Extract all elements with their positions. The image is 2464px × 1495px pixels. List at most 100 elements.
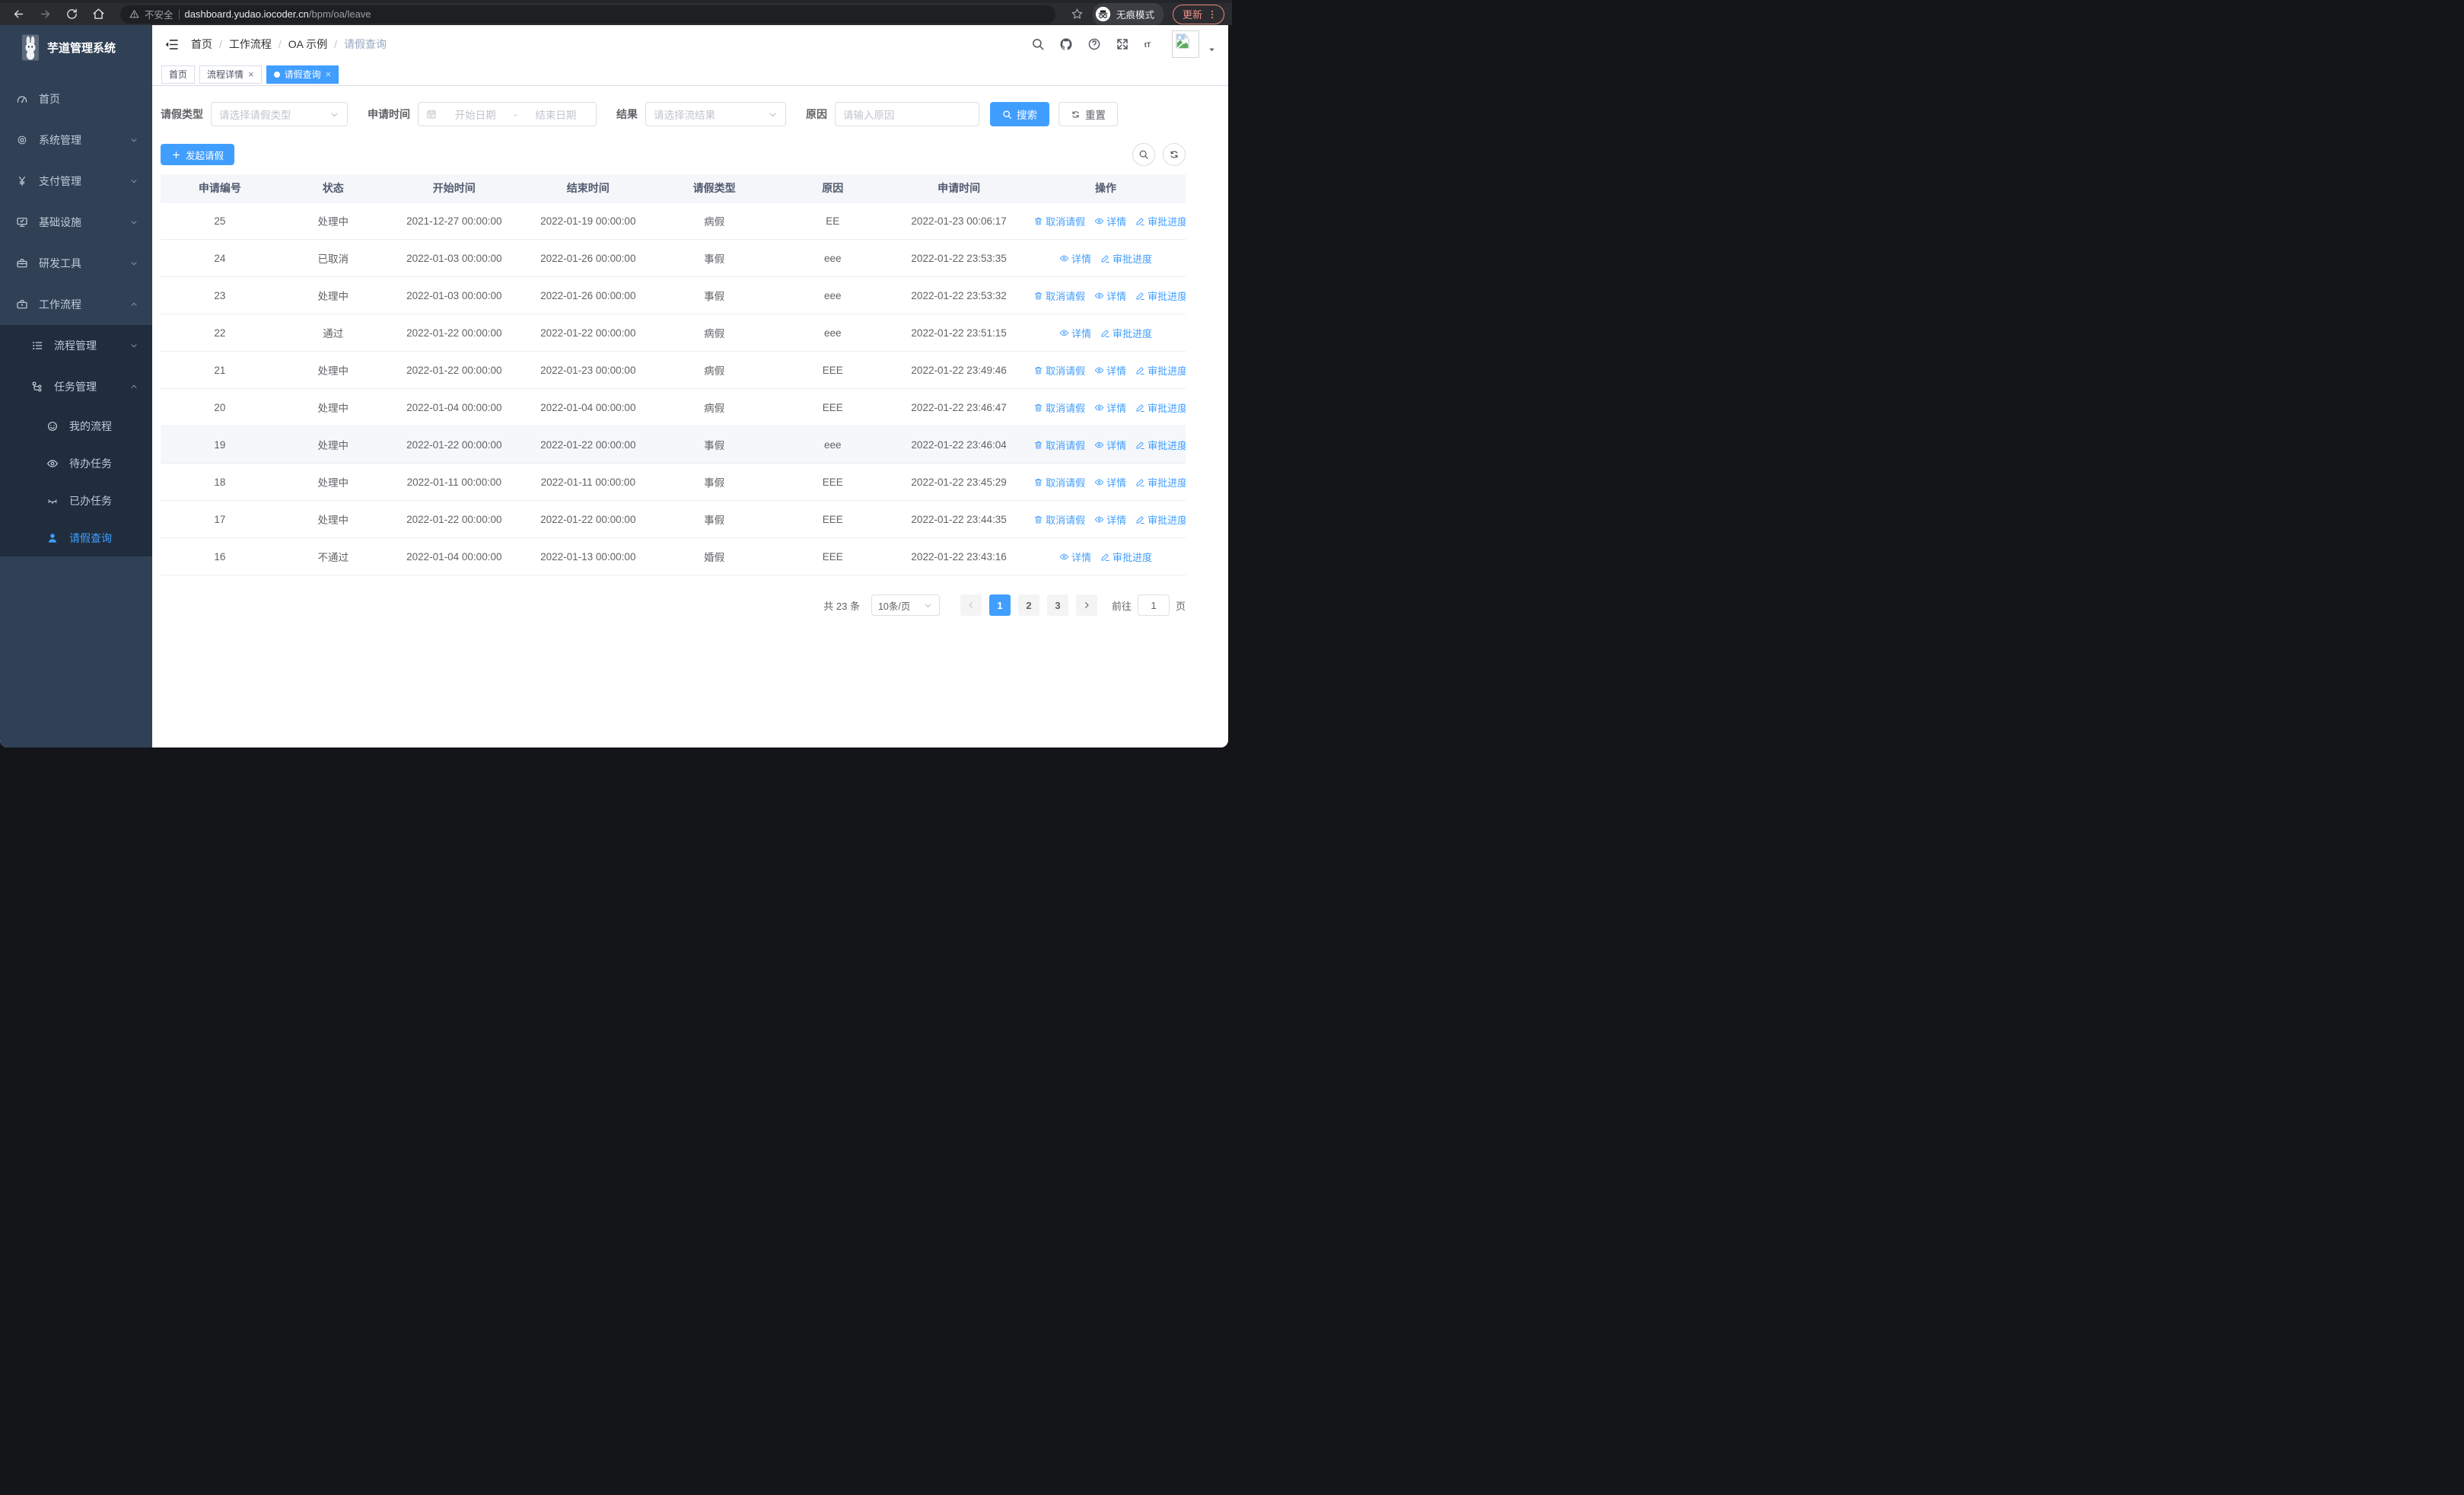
sidebar-item-支付管理[interactable]: 支付管理: [0, 161, 152, 202]
help-icon[interactable]: [1087, 37, 1101, 51]
tab-请假查询[interactable]: 请假查询 ×: [266, 65, 339, 84]
leave-type-select[interactable]: 请选择请假类型: [211, 102, 348, 126]
close-icon[interactable]: ×: [248, 69, 254, 79]
reload-icon[interactable]: [65, 8, 78, 21]
action-progress[interactable]: 审批进度: [1135, 475, 1186, 489]
action-progress[interactable]: 审批进度: [1100, 550, 1152, 564]
browser-update-button[interactable]: 更新: [1172, 4, 1224, 24]
breadcrumb-item[interactable]: 首页: [191, 37, 212, 52]
sidebar-item-流程管理[interactable]: 流程管理: [0, 325, 152, 366]
fullscreen-icon[interactable]: [1116, 37, 1129, 51]
font-size-icon[interactable]: tT: [1144, 37, 1157, 51]
breadcrumb-item[interactable]: 工作流程: [229, 37, 272, 52]
show-search-button[interactable]: [1132, 143, 1155, 166]
action-cancel[interactable]: 取消请假: [1033, 512, 1085, 527]
sidebar-item-首页[interactable]: 首页: [0, 78, 152, 120]
create-leave-button[interactable]: 发起请假: [161, 144, 235, 165]
action-progress[interactable]: 审批进度: [1135, 288, 1186, 303]
action-progress[interactable]: 审批进度: [1135, 363, 1186, 378]
sidebar-item-工作流程[interactable]: 工作流程: [0, 284, 152, 325]
eye-icon: [1059, 328, 1069, 338]
incognito-label: 无痕模式: [1116, 10, 1154, 21]
sidebar-item-基础设施[interactable]: 基础设施: [0, 202, 152, 243]
toolbox-icon: [16, 257, 28, 269]
eye-icon: [1094, 403, 1104, 413]
sidebar-item-系统管理[interactable]: 系统管理: [0, 120, 152, 161]
next-page-button[interactable]: [1075, 594, 1097, 616]
action-detail[interactable]: 详情: [1094, 475, 1126, 489]
app-logo[interactable]: 芋道管理系统: [0, 25, 152, 69]
table-row: 21 处理中 2022-01-22 00:00:00 2022-01-23 00:00…: [161, 351, 1186, 389]
action-cancel[interactable]: 取消请假: [1033, 438, 1085, 452]
search-icon[interactable]: [1031, 37, 1045, 51]
update-label: 更新: [1182, 9, 1202, 21]
reason-input[interactable]: 请输入原因: [835, 102, 979, 126]
sidebar-item-请假查询[interactable]: 请假查询: [0, 519, 152, 556]
prev-page-button[interactable]: [960, 594, 982, 616]
action-progress[interactable]: 审批进度: [1100, 251, 1152, 266]
sidebar-collapse-icon[interactable]: [164, 37, 179, 52]
github-icon[interactable]: [1059, 37, 1073, 51]
action-detail[interactable]: 详情: [1094, 512, 1126, 527]
goto-label: 前往: [1111, 600, 1132, 612]
goto-page-input[interactable]: 1: [1137, 594, 1170, 616]
action-detail[interactable]: 详情: [1059, 550, 1091, 564]
eye-icon: [1094, 477, 1104, 487]
sidebar-item-我的流程[interactable]: 我的流程: [0, 407, 152, 445]
action-detail[interactable]: 详情: [1094, 400, 1126, 415]
forward-icon[interactable]: [39, 8, 52, 21]
sidebar-item-待办任务[interactable]: 待办任务: [0, 445, 152, 482]
action-progress[interactable]: 审批进度: [1100, 326, 1152, 340]
action-detail[interactable]: 详情: [1059, 251, 1091, 266]
action-detail[interactable]: 详情: [1094, 214, 1126, 228]
url-bar[interactable]: 不安全 dashboard.yudao.iocoder.cn/bpm/oa/le…: [120, 5, 1055, 24]
browser-toolbar: 不安全 dashboard.yudao.iocoder.cn/bpm/oa/le…: [0, 0, 1232, 26]
sidebar-item-任务管理[interactable]: 任务管理: [0, 366, 152, 407]
table-header-row: 申请编号 状态 开始时间 结束时间 请假类型 原因 申请时间 操作: [161, 174, 1186, 202]
action-cancel[interactable]: 取消请假: [1033, 288, 1085, 303]
action-progress[interactable]: 审批进度: [1135, 512, 1186, 527]
bookmark-star-icon[interactable]: [1071, 8, 1084, 21]
edit-icon: [1100, 328, 1110, 338]
action-cancel[interactable]: 取消请假: [1033, 475, 1085, 489]
page-button-3[interactable]: 3: [1046, 594, 1068, 616]
column-header: 原因: [773, 174, 893, 202]
action-progress[interactable]: 审批进度: [1135, 400, 1186, 415]
home-icon[interactable]: [92, 8, 105, 21]
page-numbers: 123: [985, 594, 1072, 616]
result-select[interactable]: 请选择流结果: [645, 102, 786, 126]
action-cancel[interactable]: 取消请假: [1033, 400, 1085, 415]
page-button-1[interactable]: 1: [988, 594, 1011, 616]
date-range-input[interactable]: 开始日期 - 结束日期: [418, 102, 597, 126]
action-cancel[interactable]: 取消请假: [1033, 214, 1085, 228]
tab-首页[interactable]: 首页: [161, 65, 196, 84]
action-cancel[interactable]: 取消请假: [1033, 363, 1085, 378]
trash-icon: [1033, 216, 1043, 226]
action-detail[interactable]: 详情: [1094, 438, 1126, 452]
sidebar-item-已办任务[interactable]: 已办任务: [0, 482, 152, 519]
back-icon[interactable]: [12, 8, 25, 21]
action-detail[interactable]: 详情: [1094, 363, 1126, 378]
breadcrumb-item[interactable]: OA 示例: [288, 37, 327, 52]
menu-dots-icon[interactable]: [1207, 9, 1218, 20]
filter-form: 请假类型 请选择请假类型 申请时间 开始日期 - 结束日期 结果 请选择流结果 …: [161, 102, 1186, 126]
page-button-2[interactable]: 2: [1017, 594, 1039, 616]
trash-icon: [1033, 515, 1043, 524]
trash-icon: [1033, 403, 1043, 413]
reset-button[interactable]: 重置: [1059, 102, 1118, 126]
sidebar-item-研发工具[interactable]: 研发工具: [0, 243, 152, 284]
refresh-table-button[interactable]: [1163, 143, 1186, 166]
edit-icon: [1135, 291, 1145, 301]
action-detail[interactable]: 详情: [1094, 288, 1126, 303]
tab-流程详情[interactable]: 流程详情 ×: [199, 65, 262, 84]
close-icon[interactable]: ×: [326, 69, 332, 79]
action-progress[interactable]: 审批进度: [1135, 438, 1186, 452]
action-detail[interactable]: 详情: [1059, 326, 1091, 340]
avatar[interactable]: [1172, 30, 1199, 58]
chevron-down-icon: [129, 135, 138, 145]
user-caret-icon[interactable]: [1208, 46, 1216, 54]
page-size-select[interactable]: 10条/页: [871, 594, 940, 616]
search-button[interactable]: 搜索: [990, 102, 1049, 126]
column-header: 状态: [279, 174, 387, 202]
action-progress[interactable]: 审批进度: [1135, 214, 1186, 228]
